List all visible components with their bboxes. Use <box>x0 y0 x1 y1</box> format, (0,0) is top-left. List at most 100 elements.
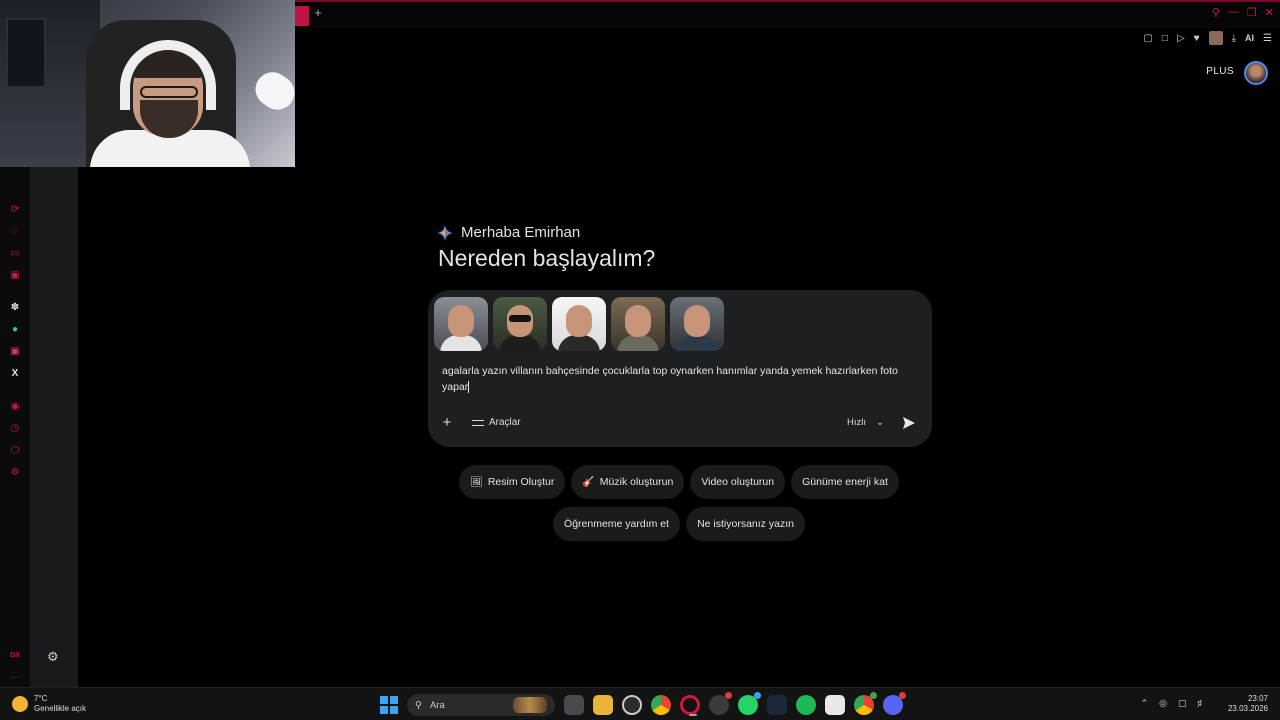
reference-image-3[interactable] <box>552 297 606 351</box>
steam-icon[interactable] <box>767 695 787 715</box>
chip-create-video[interactable]: Video oluşturun <box>690 465 786 499</box>
suggestion-row-2: Öğrenmeme yardım et Ne istiyorsanız yazı… <box>0 507 1280 541</box>
send-button[interactable] <box>902 416 918 430</box>
chip-write-anything[interactable]: Ne istiyorsanız yazın <box>686 507 805 541</box>
reference-image-1[interactable] <box>434 297 488 351</box>
minimize-icon[interactable]: — <box>1228 6 1239 19</box>
reference-image-2[interactable] <box>493 297 547 351</box>
obs-icon[interactable] <box>709 692 732 715</box>
system-clock[interactable]: 23:07 23.03.2026 <box>1228 694 1268 714</box>
prompt-composer: agalarla yazın villanın bahçesinde çocuk… <box>428 290 932 447</box>
add-attachment-button[interactable]: + <box>440 415 454 430</box>
image-icon: 🖼 <box>470 476 483 488</box>
tools-button[interactable]: Araçlar <box>472 417 521 428</box>
restore-icon[interactable]: ❐ <box>1247 6 1257 19</box>
gx-label[interactable]: GX <box>8 649 22 663</box>
browser-toolbar: ▢ □ ▷ ♥ ⤓ AI ☰ <box>1143 30 1272 46</box>
search-icon: ⚲ <box>415 699 422 711</box>
close-icon[interactable]: ✕ <box>1265 6 1274 19</box>
gx-news-icon[interactable]: ▣ <box>8 269 22 283</box>
greeting: Merhaba Emirhan <box>437 224 580 241</box>
ai-button[interactable]: AI <box>1245 33 1254 43</box>
chatgpt-icon[interactable]: ✽ <box>8 301 22 315</box>
chevron-down-icon: ⌄ <box>876 417 884 428</box>
search-icon[interactable]: ⚲ <box>1212 6 1220 19</box>
chip-energize[interactable]: Günüme enerji kat <box>791 465 899 499</box>
profile-avatar[interactable] <box>1244 61 1268 85</box>
display-icon[interactable]: ▢ <box>1178 698 1187 709</box>
opera-gx-icon[interactable] <box>680 695 700 716</box>
chip-label: Günüme enerji kat <box>802 476 888 488</box>
search-highlight-image <box>513 697 547 713</box>
chip-create-music[interactable]: 🎸 Müzik oluşturun <box>571 465 685 499</box>
file-explorer-icon[interactable] <box>593 695 613 715</box>
refresh-icon[interactable]: ⟳ <box>8 203 22 217</box>
instagram-icon[interactable]: ▣ <box>8 345 22 359</box>
guitar-icon: 🎸 <box>582 476 595 488</box>
side-panel: ⚙ <box>30 167 78 687</box>
prompt-text: agalarla yazın villanın bahçesinde çocuk… <box>442 365 898 393</box>
snapshot-icon[interactable]: ▢ <box>1143 33 1152 44</box>
taskbar-apps: ⚲ Ara <box>380 692 906 716</box>
text-caret <box>468 381 470 394</box>
reference-image-4[interactable] <box>611 297 665 351</box>
spotify-icon[interactable] <box>796 695 816 715</box>
reference-images <box>434 297 724 351</box>
history-icon[interactable]: ◷ <box>8 422 22 436</box>
task-view-icon[interactable] <box>564 695 584 715</box>
clock-time: 23:07 <box>1247 694 1268 703</box>
clock-date: 23.03.2026 <box>1227 704 1268 713</box>
new-tab-button[interactable]: + <box>311 5 325 20</box>
chip-label: Resim Oluştur <box>487 476 555 488</box>
chevron-up-icon[interactable]: ⌃ <box>1141 698 1149 709</box>
plan-badge[interactable]: PLUS <box>1206 66 1234 77</box>
weather-desc: Genellikle açık <box>34 704 87 713</box>
mode-label: Hızlı <box>847 417 867 428</box>
menu-icon[interactable]: ☰ <box>1263 33 1272 44</box>
browser-tab-bar: + ⚲ — ❐ ✕ <box>295 0 1280 28</box>
capcut-icon[interactable] <box>825 695 845 715</box>
browser-profile-icon[interactable] <box>1208 31 1223 45</box>
chrome-profile-icon[interactable] <box>854 692 877 715</box>
weather-widget[interactable]: 7°C Genellikle açık <box>12 694 86 714</box>
prompt-input[interactable]: agalarla yazın villanın bahçesinde çocuk… <box>442 363 912 395</box>
windows-start-icon[interactable] <box>380 696 398 714</box>
more-icon[interactable]: ... <box>8 669 22 683</box>
weather-text: 7°C Genellikle açık <box>34 694 86 714</box>
volume-icon[interactable]: ♯ <box>1198 698 1203 709</box>
greeting-text: Merhaba Emirhan <box>461 224 581 241</box>
microphone-icon[interactable]: ◎ <box>1159 698 1167 709</box>
webcam-lamp <box>248 65 295 117</box>
mode-selector[interactable]: Hızlı ⌄ <box>847 417 884 428</box>
x-icon[interactable]: X <box>8 367 22 381</box>
twitch-icon[interactable]: ▭ <box>8 247 22 261</box>
bag-icon[interactable]: ♢ <box>8 225 22 239</box>
chip-help-learn[interactable]: Öğrenmeme yardım et <box>553 507 681 541</box>
heart-icon[interactable]: ♥ <box>1194 33 1200 44</box>
steelseries-icon[interactable] <box>622 695 642 715</box>
active-tab[interactable] <box>295 6 309 26</box>
crop-icon[interactable]: □ <box>1162 33 1168 44</box>
weather-temp: 7°C <box>34 694 48 703</box>
extensions-icon[interactable]: ⬡ <box>8 444 22 458</box>
tools-label: Araçlar <box>489 417 521 428</box>
reference-image-5[interactable] <box>670 297 724 351</box>
discord-icon[interactable] <box>883 692 906 715</box>
webcam-overlay <box>0 0 295 167</box>
taskbar-search[interactable]: ⚲ Ara <box>407 694 555 716</box>
chrome-icon[interactable] <box>651 695 671 715</box>
partly-sunny-icon <box>12 696 28 712</box>
chip-create-image[interactable]: 🖼 Resim Oluştur <box>459 465 566 499</box>
chip-label: Ne istiyorsanız yazın <box>697 518 794 530</box>
system-tray: ⌃ ◎ ▢ ♯ <box>1141 698 1202 709</box>
browser-sidebar: ⟳ ♢ ▭ ▣ ✽ ● ▣ X ◉ ◷ ⬡ ⚙ GX ... <box>0 167 30 687</box>
panel-settings-icon[interactable]: ⚙ <box>47 649 59 665</box>
search-placeholder: Ara <box>429 699 445 711</box>
play-icon[interactable]: ▷ <box>1177 33 1185 44</box>
download-icon[interactable]: ⤓ <box>1232 33 1236 44</box>
sparkle-icon <box>437 224 453 241</box>
whatsapp-icon[interactable] <box>738 692 761 715</box>
suggestion-row-1: 🖼 Resim Oluştur 🎸 Müzik oluşturun Video ol… <box>0 465 1280 499</box>
whatsapp-icon[interactable]: ● <box>8 323 22 337</box>
player-icon[interactable]: ◉ <box>8 400 22 414</box>
